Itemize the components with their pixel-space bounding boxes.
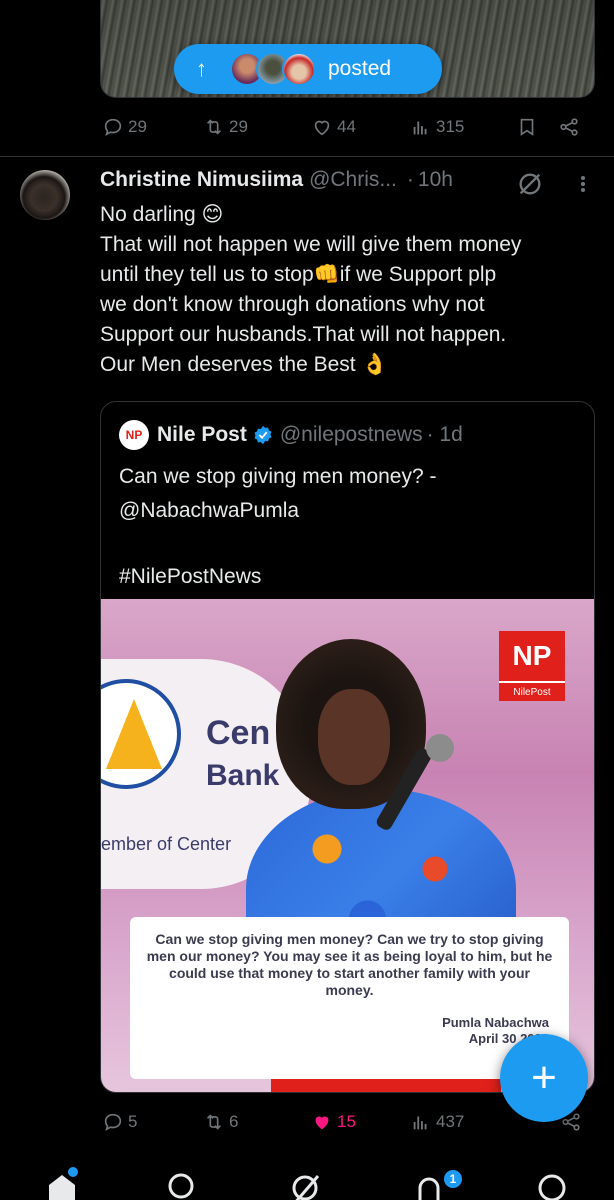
messages-icon[interactable]: [535, 1170, 569, 1200]
tweet-line: No darling 😊: [100, 203, 224, 226]
tweet-line: Our Men deserves the Best 👌: [100, 353, 388, 376]
avatar[interactable]: [20, 170, 70, 220]
logo-text: NP: [125, 428, 143, 442]
grok-nav-icon[interactable]: [288, 1170, 322, 1200]
repost-count: 29: [229, 117, 248, 136]
bank-logo-shape: [106, 699, 162, 769]
views-icon: [413, 121, 427, 135]
quote-time: · 1d: [426, 423, 463, 446]
tweet-header: Christine Nimusiima @Chris... · 10h: [100, 168, 453, 192]
pill-avatars: [230, 52, 316, 86]
quote-line: @NabachwaPumla: [119, 499, 300, 522]
more-icon[interactable]: [573, 170, 593, 198]
reply-count: 5: [128, 1112, 138, 1131]
author-handle[interactable]: @Chris...: [309, 168, 397, 192]
quote-author-handle: @nilepostnews: [279, 423, 423, 446]
grok-icon[interactable]: [516, 170, 544, 198]
tweet-line: until they tell us to stop👊if we Support…: [100, 263, 497, 286]
heart-icon: [314, 120, 330, 136]
share-icon: [560, 118, 578, 136]
reply-icon: [104, 118, 122, 137]
like-count: 15: [337, 1112, 356, 1131]
compose-button[interactable]: +: [500, 1034, 588, 1122]
speaker-face: [318, 689, 390, 785]
divider: [0, 156, 614, 157]
plus-icon: +: [531, 1053, 557, 1102]
np-logo-text: NP: [499, 631, 565, 681]
nilepost-avatar: NP: [119, 420, 149, 450]
quote-author-name: Nile Post: [157, 423, 247, 446]
heart-filled-icon: [315, 1116, 329, 1130]
quote-caption-box: Can we stop giving men money? Can we try…: [130, 917, 569, 1079]
views-icon: [413, 1116, 427, 1130]
posted-label: posted: [328, 57, 392, 80]
notifications-badge: 1: [442, 1168, 464, 1190]
quote-text: Can we stop giving men money? - @Nabachw…: [119, 460, 437, 594]
quote-line: [119, 528, 437, 560]
bookmark-icon: [520, 118, 534, 136]
repost-icon: [206, 119, 222, 135]
caption-author: Pumla Nabachwa: [442, 1015, 549, 1030]
tweet-line: That will not happen we will give them m…: [100, 233, 522, 256]
quote-media-image[interactable]: Cen Bank ember of Center NP NilePost Can…: [101, 599, 594, 1092]
repost-count: 6: [229, 1112, 239, 1131]
bottom-nav: [0, 1152, 614, 1200]
views-button[interactable]: 437: [410, 1111, 464, 1133]
microphone-head: [426, 734, 454, 762]
tweet-line: we don't know through donations why not: [100, 293, 485, 316]
like-button[interactable]: 15: [311, 1111, 356, 1133]
reply-count: 29: [128, 117, 147, 136]
reply-button[interactable]: 5: [102, 1111, 137, 1133]
nilepost-logo: NP NilePost: [499, 631, 565, 701]
views-button[interactable]: 315: [410, 116, 464, 138]
tweet-line: Support our husbands.That will not happe…: [100, 323, 507, 346]
home-unread-dot: [68, 1167, 78, 1177]
arrow-up-icon: ↑: [196, 56, 207, 81]
caption-text: Can we stop giving men money? Can we try…: [146, 931, 553, 998]
views-count: 315: [436, 117, 465, 136]
repost-icon: [206, 1114, 222, 1130]
author-name[interactable]: Christine Nimusiima: [100, 168, 303, 192]
quote-line: Can we stop giving men money? -: [119, 465, 437, 488]
speaker-figure: [246, 639, 516, 989]
separator: ·: [406, 168, 414, 191]
bank-text: ember of Center: [101, 834, 232, 854]
quoted-tweet[interactable]: NP Nile Post @nilepostnews · 1d Can we s…: [100, 401, 595, 1093]
bookmark-button[interactable]: [516, 116, 538, 138]
red-banner: [271, 1079, 501, 1092]
new-posts-pill[interactable]: ↑ posted: [174, 44, 442, 94]
search-icon[interactable]: [165, 1170, 199, 1200]
like-button[interactable]: 44: [311, 116, 356, 138]
bank-text: Cen: [206, 714, 271, 752]
notifications-icon[interactable]: [412, 1170, 446, 1200]
views-count: 437: [436, 1112, 465, 1131]
repost-button[interactable]: 6: [203, 1111, 238, 1133]
like-count: 44: [337, 117, 356, 136]
tweet-time[interactable]: 10h: [418, 168, 453, 192]
quote-header: NP Nile Post @nilepostnews · 1d: [119, 420, 463, 450]
reply-icon: [104, 1113, 122, 1132]
avatar: [282, 52, 316, 86]
tweet-text: No darling 😊 That will not happen we wil…: [100, 200, 600, 380]
repost-button[interactable]: 29: [203, 116, 248, 138]
verified-badge-icon: [254, 425, 272, 445]
np-logo-subtext: NilePost: [499, 681, 565, 701]
share-button[interactable]: [558, 116, 580, 138]
quote-hashtag: #NilePostNews: [119, 565, 262, 588]
reply-button[interactable]: 29: [102, 116, 147, 138]
